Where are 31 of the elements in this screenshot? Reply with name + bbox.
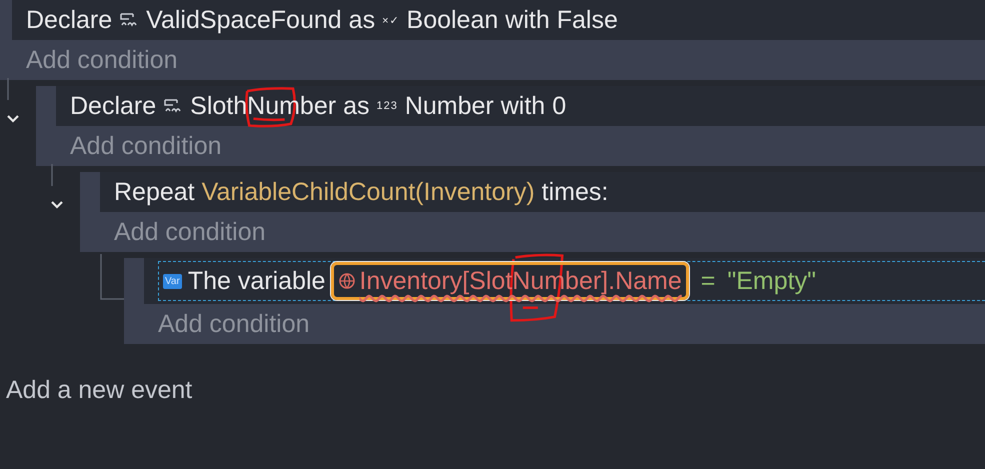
variable-icon <box>119 12 140 28</box>
as-text: as <box>343 92 370 120</box>
operator: = <box>700 266 716 296</box>
as-text: as <box>348 6 376 34</box>
variable-name: ValidSpaceFound <box>146 6 342 34</box>
instruction-label: The variable <box>188 266 326 296</box>
variable-type: Number <box>404 92 494 120</box>
keyword: Declare <box>26 6 112 34</box>
initial-value: False <box>556 6 618 34</box>
add-event-button[interactable]: Add a new event <box>6 376 192 405</box>
tree-connector-line <box>51 164 53 186</box>
type-icon: 123 <box>376 100 398 112</box>
initial-value: 0 <box>552 92 566 120</box>
event-header[interactable]: Declare ValidSpaceFound as ×✓ Boolean with False <box>12 0 985 40</box>
repeat-expression[interactable]: VariableChildCount(Inventory) <box>202 178 535 206</box>
type-icon: ×✓ <box>382 14 400 26</box>
tree-connector-line <box>100 254 124 300</box>
variable-badge-icon: Var <box>163 274 182 288</box>
compare-value: "Empty" <box>727 266 816 296</box>
with-text: with <box>500 92 546 120</box>
chevron-icon[interactable] <box>50 200 64 210</box>
keyword: Repeat <box>114 178 195 206</box>
event-header[interactable]: Repeat VariableChildCount(Inventory) times: <box>100 172 985 212</box>
keyword: Declare <box>70 92 156 120</box>
globe-icon <box>338 272 356 290</box>
variable-type: Boolean <box>406 6 498 34</box>
times-text: times: <box>542 178 608 206</box>
with-text: with <box>505 6 550 34</box>
tree-connector-line <box>7 78 9 100</box>
chevron-icon[interactable] <box>6 114 20 124</box>
variable-icon <box>163 98 184 114</box>
